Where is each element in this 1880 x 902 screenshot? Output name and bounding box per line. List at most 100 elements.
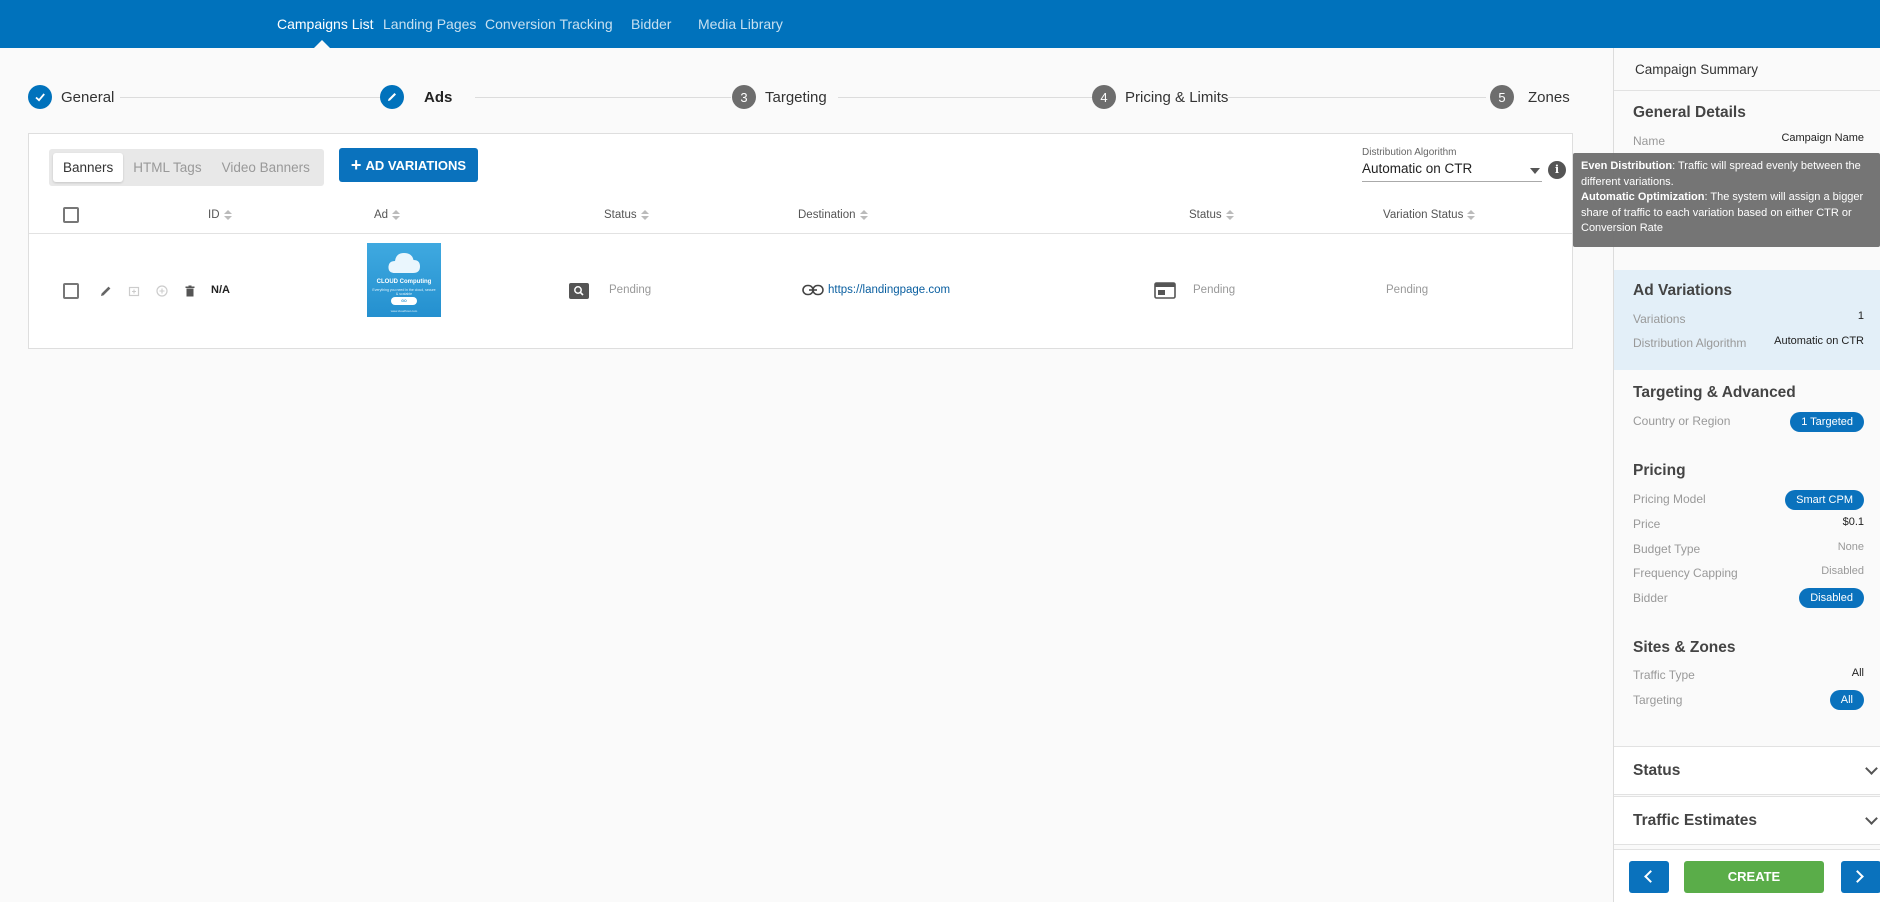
distribution-algorithm-select[interactable]: Automatic on CTR xyxy=(1362,161,1542,182)
ad-variations-title: Ad Variations xyxy=(1633,282,1733,299)
link-icon xyxy=(802,284,824,296)
zone-targeting-label: Targeting xyxy=(1633,693,1683,707)
frequency-capping-label: Frequency Capping xyxy=(1633,566,1738,580)
price-value: $0.1 xyxy=(1842,516,1864,528)
column-label: Destination xyxy=(798,209,856,221)
table-header: ID Ad Status Destination Status Variatio… xyxy=(29,198,1572,234)
step-zones[interactable]: 5 Zones xyxy=(1490,84,1570,110)
ad-status: Pending xyxy=(609,284,652,296)
distribution-algorithm-label: Distribution Algorithm xyxy=(1633,336,1747,350)
landing-page-icon[interactable] xyxy=(1154,282,1176,299)
pricing-model-label: Pricing Model xyxy=(1633,492,1706,506)
ad-thumbnail[interactable]: CLOUD Computing Everything you need in t… xyxy=(367,243,441,317)
column-label: Status xyxy=(1189,209,1222,221)
pencil-icon xyxy=(380,85,404,109)
ad-subtitle: Everything you need in the cloud, secure… xyxy=(372,288,436,296)
step-label: General xyxy=(61,88,115,106)
top-nav: Campaigns List Landing Pages Conversion … xyxy=(0,0,1880,48)
chevron-down-icon xyxy=(1865,762,1878,775)
create-button[interactable]: CREATE xyxy=(1684,861,1824,893)
status-accordion[interactable]: Status xyxy=(1614,746,1880,795)
info-icon[interactable]: i xyxy=(1548,161,1566,179)
distribution-algorithm-value: Automatic on CTR xyxy=(1774,335,1864,347)
zone-targeting-badge[interactable]: All xyxy=(1829,690,1864,710)
step-connector xyxy=(475,97,731,98)
ad-type-switcher: Banners HTML Tags Video Banners xyxy=(49,149,324,186)
nav-tab-bidder[interactable]: Bidder xyxy=(631,0,671,48)
table-row: N/A CLOUD Computing Everything you need … xyxy=(29,234,1572,348)
name-value: Campaign Name xyxy=(1781,132,1864,144)
add-ad-variations-button[interactable]: + AD VARIATIONS xyxy=(339,148,478,182)
sort-icon xyxy=(640,210,649,220)
step-number: 3 xyxy=(732,85,756,109)
column-header-id[interactable]: ID xyxy=(208,209,232,221)
column-header-variation-status[interactable]: Variation Status xyxy=(1383,209,1476,221)
pricing-title: Pricing xyxy=(1633,462,1686,479)
traffic-type-value: All xyxy=(1851,667,1864,679)
chevron-right-icon xyxy=(1851,870,1864,883)
select-all-checkbox[interactable] xyxy=(63,207,79,223)
bidder-label: Bidder xyxy=(1633,591,1668,605)
segment-html-tags[interactable]: HTML Tags xyxy=(123,153,211,182)
step-connector xyxy=(120,97,382,98)
preview-search-icon[interactable] xyxy=(569,283,589,299)
step-label: Ads xyxy=(424,88,453,106)
column-header-status[interactable]: Status xyxy=(604,209,649,221)
landing-page-status: Pending xyxy=(1193,284,1236,296)
tooltip-term: Automatic Optimization xyxy=(1581,191,1705,203)
country-badge[interactable]: 1 Targeted xyxy=(1790,412,1864,432)
sort-icon xyxy=(859,210,868,220)
ad-cta: GO xyxy=(391,297,417,305)
targeting-title: Targeting & Advanced xyxy=(1633,384,1796,401)
segment-banners[interactable]: Banners xyxy=(53,153,124,182)
active-tab-caret xyxy=(314,40,330,48)
sort-icon xyxy=(1225,210,1234,220)
step-targeting[interactable]: 3 Targeting xyxy=(732,84,827,110)
variations-label: Variations xyxy=(1633,312,1686,326)
budget-type-value: None xyxy=(1837,541,1864,553)
nav-tab-landing-pages[interactable]: Landing Pages xyxy=(383,0,476,48)
sites-zones-title: Sites & Zones xyxy=(1633,639,1736,656)
budget-type-label: Budget Type xyxy=(1633,542,1701,556)
segment-video-banners[interactable]: Video Banners xyxy=(212,153,320,182)
sort-icon xyxy=(223,210,232,220)
next-step-button[interactable] xyxy=(1841,861,1880,893)
column-header-ad[interactable]: Ad xyxy=(374,209,401,221)
distribution-info-tooltip: Even Distribution: Traffic will spread e… xyxy=(1573,153,1880,247)
duplicate-icon[interactable] xyxy=(127,284,141,298)
sort-icon xyxy=(1467,210,1476,220)
row-checkbox[interactable] xyxy=(63,283,79,299)
traffic-estimates-title: Traffic Estimates xyxy=(1633,812,1758,829)
distribution-algorithm-label: Distribution Algorithm xyxy=(1362,147,1457,158)
plus-icon: + xyxy=(350,155,362,175)
step-connector xyxy=(838,97,1100,98)
previous-step-button[interactable] xyxy=(1629,861,1669,893)
column-label: Variation Status xyxy=(1383,209,1464,221)
step-number: 5 xyxy=(1490,85,1514,109)
frequency-capping-value: Disabled xyxy=(1821,565,1864,577)
traffic-estimates-accordion[interactable]: Traffic Estimates xyxy=(1614,796,1880,845)
chevron-down-icon xyxy=(1865,812,1878,825)
nav-tab-conversion-tracking[interactable]: Conversion Tracking xyxy=(485,0,613,48)
destination-link[interactable]: https://landingpage.com xyxy=(828,284,950,296)
bidder-badge[interactable]: Disabled xyxy=(1799,588,1864,608)
step-connector xyxy=(1228,97,1486,98)
add-circle-icon[interactable] xyxy=(155,284,169,298)
sidebar-footer: CREATE xyxy=(1614,849,1880,902)
pricing-model-badge[interactable]: Smart CPM xyxy=(1785,490,1864,510)
edit-icon[interactable] xyxy=(99,284,113,298)
step-label: Zones xyxy=(1528,88,1570,106)
general-details-title: General Details xyxy=(1633,104,1746,121)
column-header-lp-status[interactable]: Status xyxy=(1189,209,1234,221)
cloud-icon xyxy=(388,253,420,273)
delete-icon[interactable] xyxy=(183,284,197,298)
ads-panel: Banners HTML Tags Video Banners + AD VAR… xyxy=(28,133,1573,349)
variation-status: Pending xyxy=(1386,284,1429,296)
step-general[interactable]: General xyxy=(28,84,114,110)
nav-tab-media-library[interactable]: Media Library xyxy=(698,0,783,48)
chevron-left-icon xyxy=(1644,870,1657,883)
column-header-destination[interactable]: Destination xyxy=(798,209,868,221)
row-id: N/A xyxy=(211,284,230,296)
step-pricing-limits[interactable]: 4 Pricing & Limits xyxy=(1092,84,1228,110)
step-ads[interactable]: Ads xyxy=(380,84,452,110)
